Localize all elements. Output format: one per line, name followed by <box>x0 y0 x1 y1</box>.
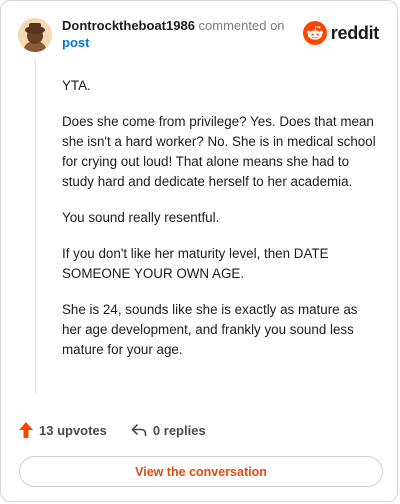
comment-paragraph: Does she come from privilege? Yes. Does … <box>62 114 376 189</box>
comment-header: Dontrocktheboat1986 commented on post <box>62 17 312 51</box>
upvotes-count: 13 upvotes <box>39 422 107 438</box>
username-link[interactable]: Dontrocktheboat1986 <box>62 18 195 33</box>
replies-button[interactable]: 0 replies <box>131 423 206 438</box>
replies-count: 0 replies <box>152 422 206 438</box>
user-avatar-icon <box>18 18 52 52</box>
commented-on-text: commented on <box>198 18 285 33</box>
view-conversation-button[interactable]: View the conversation <box>19 456 383 487</box>
upvote-button[interactable]: 13 upvotes <box>19 422 107 438</box>
upvote-arrow-icon <box>19 422 33 438</box>
comment-actions: 13 upvotes 0 replies <box>19 422 206 438</box>
comment-paragraph: You sound really resentful. <box>62 210 220 225</box>
comment-paragraph: YTA. <box>62 78 91 93</box>
thread-line <box>35 58 36 394</box>
reddit-alien-icon <box>302 21 327 45</box>
comment-paragraph: If you don't like her maturity level, th… <box>62 246 329 281</box>
embedded-comment-card: Dontrocktheboat1986 commented on post re… <box>0 0 398 502</box>
comment-body: YTA. Does she come from privilege? Yes. … <box>62 76 378 376</box>
comment-paragraph: She is 24, sounds like she is exactly as… <box>62 302 358 357</box>
reddit-logo[interactable]: reddit <box>302 21 380 45</box>
avatar[interactable] <box>18 18 52 52</box>
post-link[interactable]: post <box>62 35 89 50</box>
reddit-wordmark: reddit <box>330 22 380 43</box>
reply-arrow-icon <box>131 424 147 437</box>
